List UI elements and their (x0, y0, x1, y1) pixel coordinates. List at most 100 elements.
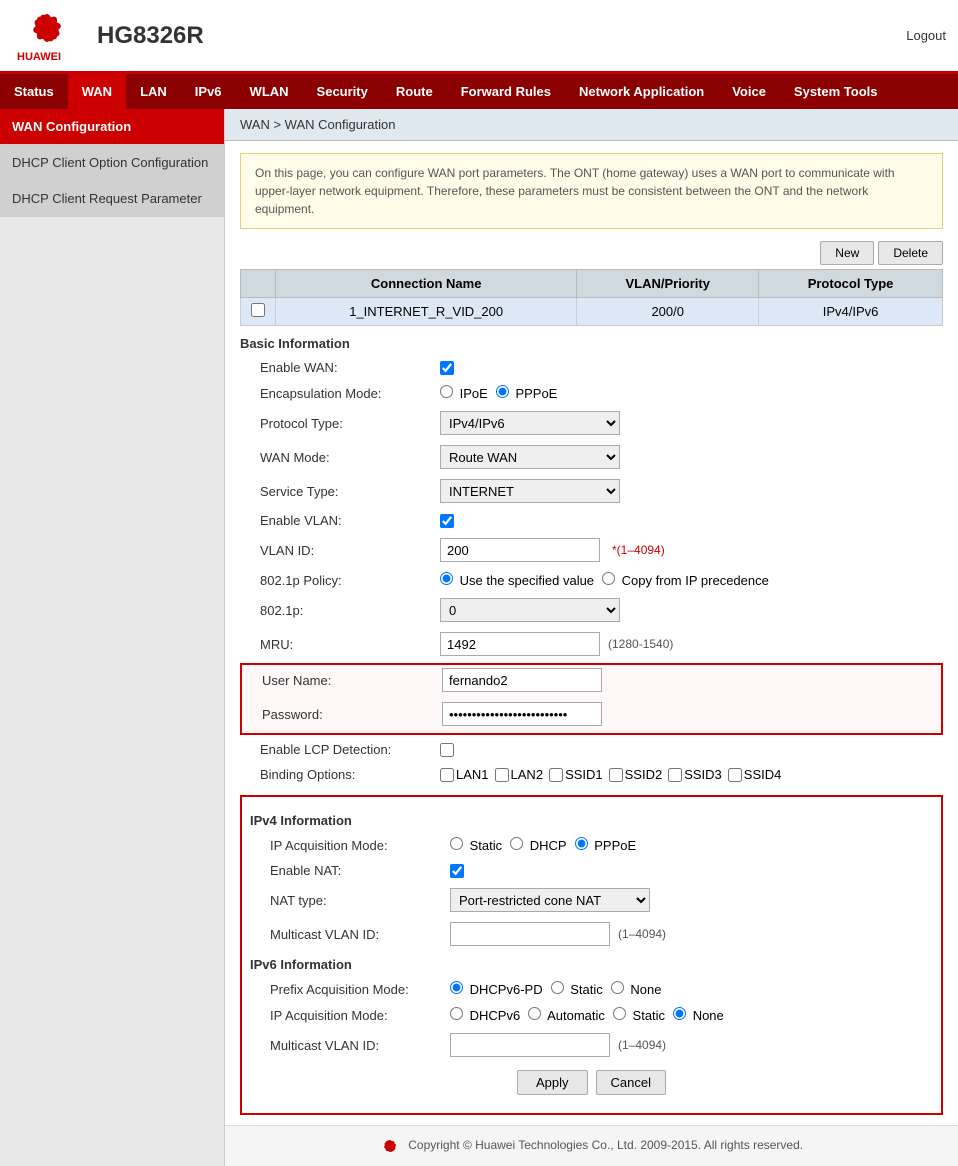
info-box: On this page, you can configure WAN port… (240, 153, 943, 229)
mru-input[interactable] (440, 632, 600, 656)
ipv6-ip-acq-value: DHCPv6 Automatic Static None (450, 1007, 933, 1023)
binding-row: Binding Options: LAN1 LAN2 SSID1 SSID2 S… (240, 764, 943, 785)
new-button[interactable]: New (820, 241, 874, 265)
binding-lan1-checkbox[interactable] (440, 768, 454, 782)
binding-ssid2-checkbox[interactable] (609, 768, 623, 782)
nav-status[interactable]: Status (0, 74, 68, 109)
sidebar-item-dhcp-option[interactable]: DHCP Client Option Configuration (0, 145, 224, 181)
binding-lan2[interactable]: LAN2 (495, 767, 544, 782)
binding-lan2-checkbox[interactable] (495, 768, 509, 782)
policy-copy-radio[interactable] (602, 572, 615, 585)
protocol-type-label: Protocol Type: (240, 416, 440, 431)
nav-system-tools[interactable]: System Tools (780, 74, 892, 109)
binding-lan1[interactable]: LAN1 (440, 767, 489, 782)
encap-pppoe-radio[interactable] (496, 385, 509, 398)
nav-route[interactable]: Route (382, 74, 447, 109)
prefix-dhcpv6pd-radio[interactable] (450, 981, 463, 994)
prefix-static-radio[interactable] (551, 981, 564, 994)
lcp-row: Enable LCP Detection: (240, 739, 943, 760)
binding-ssid4[interactable]: SSID4 (728, 767, 782, 782)
lcp-checkbox[interactable] (440, 743, 454, 757)
enable-vlan-label: Enable VLAN: (240, 513, 440, 528)
sidebar-item-dhcp-request[interactable]: DHCP Client Request Parameter (0, 181, 224, 217)
ip-acq-static-label[interactable]: Static (450, 837, 502, 853)
ipv6-none-label[interactable]: None (673, 1007, 724, 1023)
enable-nat-checkbox[interactable] (450, 864, 464, 878)
nat-type-select[interactable]: Port-restricted cone NAT (450, 888, 650, 912)
8021p-val-value: 0 (440, 598, 943, 622)
vlan-id-input[interactable] (440, 538, 600, 562)
multicast-vlan-ipv4-label: Multicast VLAN ID: (250, 927, 450, 942)
apply-button[interactable]: Apply (517, 1070, 588, 1095)
ipv6-dhcpv6-radio[interactable] (450, 1007, 463, 1020)
ip-acq-pppoe-radio[interactable] (575, 837, 588, 850)
nav-wan[interactable]: WAN (68, 74, 126, 109)
service-type-select[interactable]: INTERNET (440, 479, 620, 503)
binding-ssid1[interactable]: SSID1 (549, 767, 603, 782)
binding-ssid2[interactable]: SSID2 (609, 767, 663, 782)
huawei-logo: HUAWEI (12, 8, 82, 63)
binding-label: Binding Options: (240, 767, 440, 782)
nav-forward-rules[interactable]: Forward Rules (447, 74, 565, 109)
logout-button[interactable]: Logout (906, 28, 946, 43)
multicast-vlan-ipv6-input[interactable] (450, 1033, 610, 1057)
8021p-select[interactable]: 0 (440, 598, 620, 622)
prefix-dhcpv6pd-label[interactable]: DHCPv6-PD (450, 981, 543, 997)
prefix-none-label[interactable]: None (611, 981, 662, 997)
binding-ssid1-checkbox[interactable] (549, 768, 563, 782)
multicast-vlan-ipv6-label: Multicast VLAN ID: (250, 1038, 450, 1053)
ipv6-static-label[interactable]: Static (613, 1007, 665, 1023)
multicast-vlan-ipv6-row: Multicast VLAN ID: (1–4094) (250, 1030, 933, 1060)
ip-acq-static-radio[interactable] (450, 837, 463, 850)
ipv6-dhcpv6-label[interactable]: DHCPv6 (450, 1007, 520, 1023)
vlan-id-row: VLAN ID: *(1–4094) (240, 535, 943, 565)
row-checkbox-cell[interactable] (241, 298, 276, 326)
ip-acq-pppoe-label[interactable]: PPPoE (575, 837, 637, 853)
multicast-vlan-ipv4-input[interactable] (450, 922, 610, 946)
table-row[interactable]: 1_INTERNET_R_VID_200 200/0 IPv4/IPv6 (241, 298, 943, 326)
enable-wan-checkbox[interactable] (440, 361, 454, 375)
ip-acq-dhcp-label[interactable]: DHCP (510, 837, 566, 853)
password-input[interactable] (442, 702, 602, 726)
svg-text:HUAWEI: HUAWEI (17, 51, 61, 63)
ipv6-static-radio[interactable] (613, 1007, 626, 1020)
ipv6-automatic-radio[interactable] (528, 1007, 541, 1020)
nat-type-row: NAT type: Port-restricted cone NAT (250, 885, 933, 915)
wan-mode-row: WAN Mode: Route WAN (240, 442, 943, 472)
delete-button[interactable]: Delete (878, 241, 943, 265)
cancel-button[interactable]: Cancel (596, 1070, 666, 1095)
ip-acq-dhcp-radio[interactable] (510, 837, 523, 850)
sidebar-item-wan-config[interactable]: WAN Configuration (0, 109, 224, 145)
binding-ssid3-checkbox[interactable] (668, 768, 682, 782)
nav-ipv6[interactable]: IPv6 (181, 74, 236, 109)
enable-vlan-value (440, 514, 943, 528)
prefix-none-radio[interactable] (611, 981, 624, 994)
encap-pppoe-label[interactable]: PPPoE (496, 385, 558, 401)
nav-wlan[interactable]: WLAN (236, 74, 303, 109)
encap-ipoe-label[interactable]: IPoE (440, 385, 488, 401)
nav-network-application[interactable]: Network Application (565, 74, 718, 109)
ip-acq-value: Static DHCP PPPoE (450, 837, 933, 853)
nav-voice[interactable]: Voice (718, 74, 780, 109)
binding-ssid3[interactable]: SSID3 (668, 767, 722, 782)
policy-specified-label[interactable]: Use the specified value (440, 572, 594, 588)
col-connection-name: Connection Name (276, 270, 577, 298)
policy-8021p-row: 802.1p Policy: Use the specified value C… (240, 569, 943, 591)
protocol-type-value: IPv4/IPv6 (440, 411, 943, 435)
binding-ssid4-checkbox[interactable] (728, 768, 742, 782)
ipv6-automatic-label[interactable]: Automatic (528, 1007, 605, 1023)
username-input[interactable] (442, 668, 602, 692)
nav-lan[interactable]: LAN (126, 74, 181, 109)
ipv6-none-radio[interactable] (673, 1007, 686, 1020)
policy-copy-label[interactable]: Copy from IP precedence (602, 572, 769, 588)
prefix-static-label[interactable]: Static (551, 981, 603, 997)
policy-specified-radio[interactable] (440, 572, 453, 585)
multicast-vlan-ipv4-hint: (1–4094) (618, 927, 666, 941)
protocol-type-select[interactable]: IPv4/IPv6 (440, 411, 620, 435)
wan-mode-select[interactable]: Route WAN (440, 445, 620, 469)
enable-vlan-checkbox[interactable] (440, 514, 454, 528)
encap-ipoe-radio[interactable] (440, 385, 453, 398)
row-checkbox[interactable] (251, 303, 265, 317)
enable-wan-row: Enable WAN: (240, 357, 943, 378)
nav-security[interactable]: Security (303, 74, 382, 109)
